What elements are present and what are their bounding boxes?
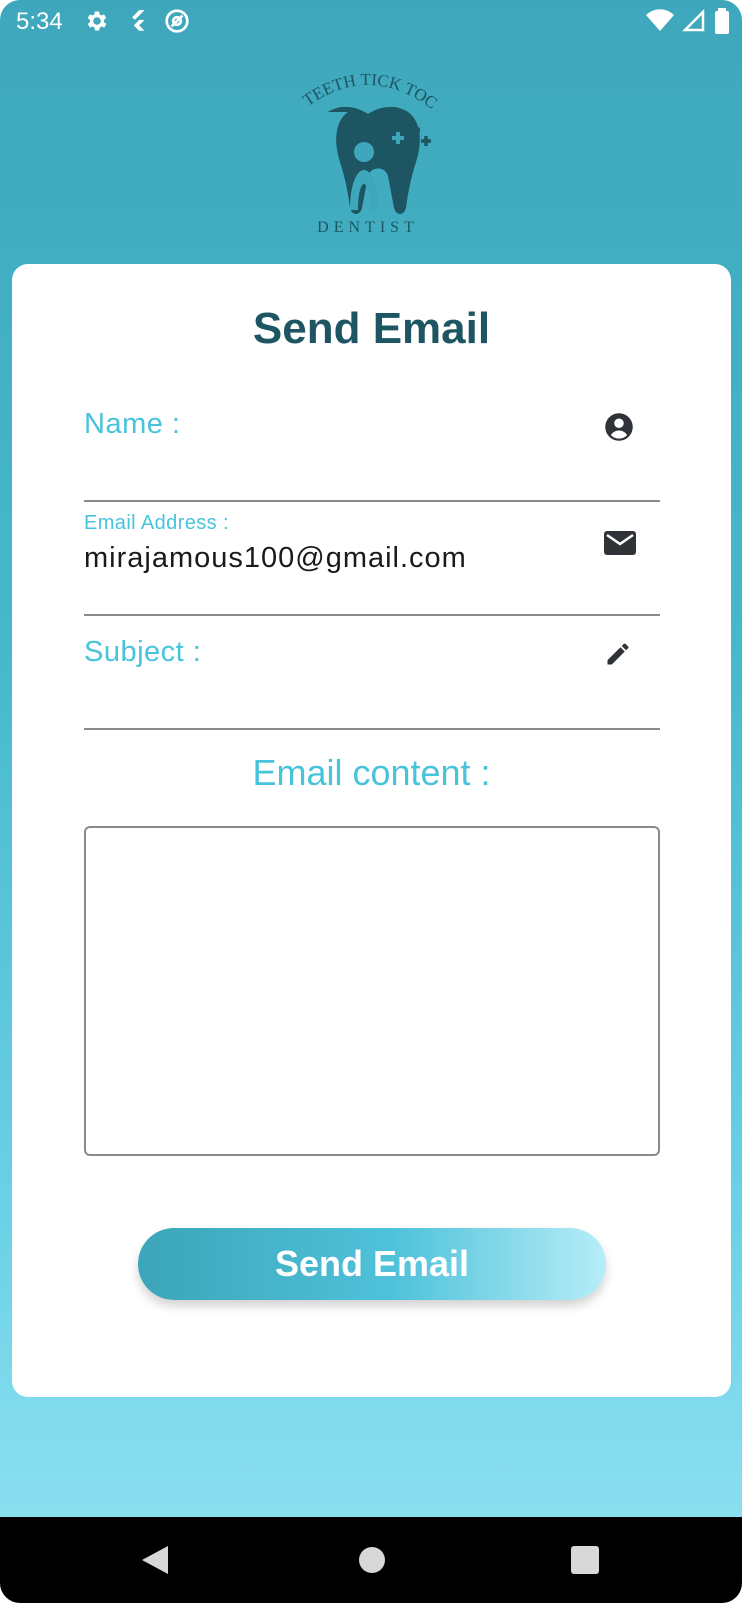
pencil-icon bbox=[604, 640, 634, 670]
recents-icon[interactable] bbox=[567, 1542, 603, 1578]
mail-icon bbox=[604, 528, 636, 558]
at-sign-icon bbox=[164, 8, 190, 34]
status-time: 5:34 bbox=[16, 8, 63, 35]
status-bar: 5:34 bbox=[0, 0, 742, 44]
subject-field[interactable]: Subject : bbox=[84, 614, 660, 730]
status-icons-left bbox=[84, 8, 190, 34]
name-field[interactable]: Name : bbox=[84, 386, 660, 502]
home-icon[interactable] bbox=[354, 1542, 390, 1578]
email-address-value: mirajamous100@gmail.com bbox=[84, 542, 467, 574]
email-address-field[interactable]: Email Address : mirajamous100@gmail.com bbox=[84, 500, 660, 616]
wifi-icon bbox=[646, 9, 674, 33]
send-email-button[interactable]: Send Email bbox=[138, 1228, 606, 1300]
logo-bottom-text: DENTIST bbox=[317, 219, 419, 236]
system-nav-bar bbox=[0, 1517, 742, 1603]
logo-top-text: TEETH TICK TOCK bbox=[288, 70, 441, 113]
back-icon[interactable] bbox=[138, 1542, 174, 1578]
flutter-icon bbox=[124, 8, 150, 34]
card-title: Send Email bbox=[252, 304, 491, 353]
app-screen: 5:34 TEETH TICK TOC DENTIST Send Email N… bbox=[0, 0, 742, 1603]
subject-label: Subject : bbox=[84, 636, 202, 668]
signal-icon bbox=[682, 9, 706, 33]
email-address-label: Email Address : bbox=[84, 512, 229, 534]
name-label: Name : bbox=[84, 408, 181, 440]
gear-icon bbox=[84, 8, 110, 34]
email-content-label: Email content : bbox=[252, 752, 491, 793]
status-icons-right bbox=[646, 8, 730, 34]
account-circle-icon bbox=[604, 412, 634, 442]
send-email-card: Send Email Name : Email Address : miraja… bbox=[12, 264, 731, 1397]
battery-icon bbox=[714, 8, 730, 34]
email-content-textarea[interactable] bbox=[84, 826, 660, 1156]
dentist-logo: TEETH TICK TOCK DENTIST bbox=[282, 55, 448, 240]
